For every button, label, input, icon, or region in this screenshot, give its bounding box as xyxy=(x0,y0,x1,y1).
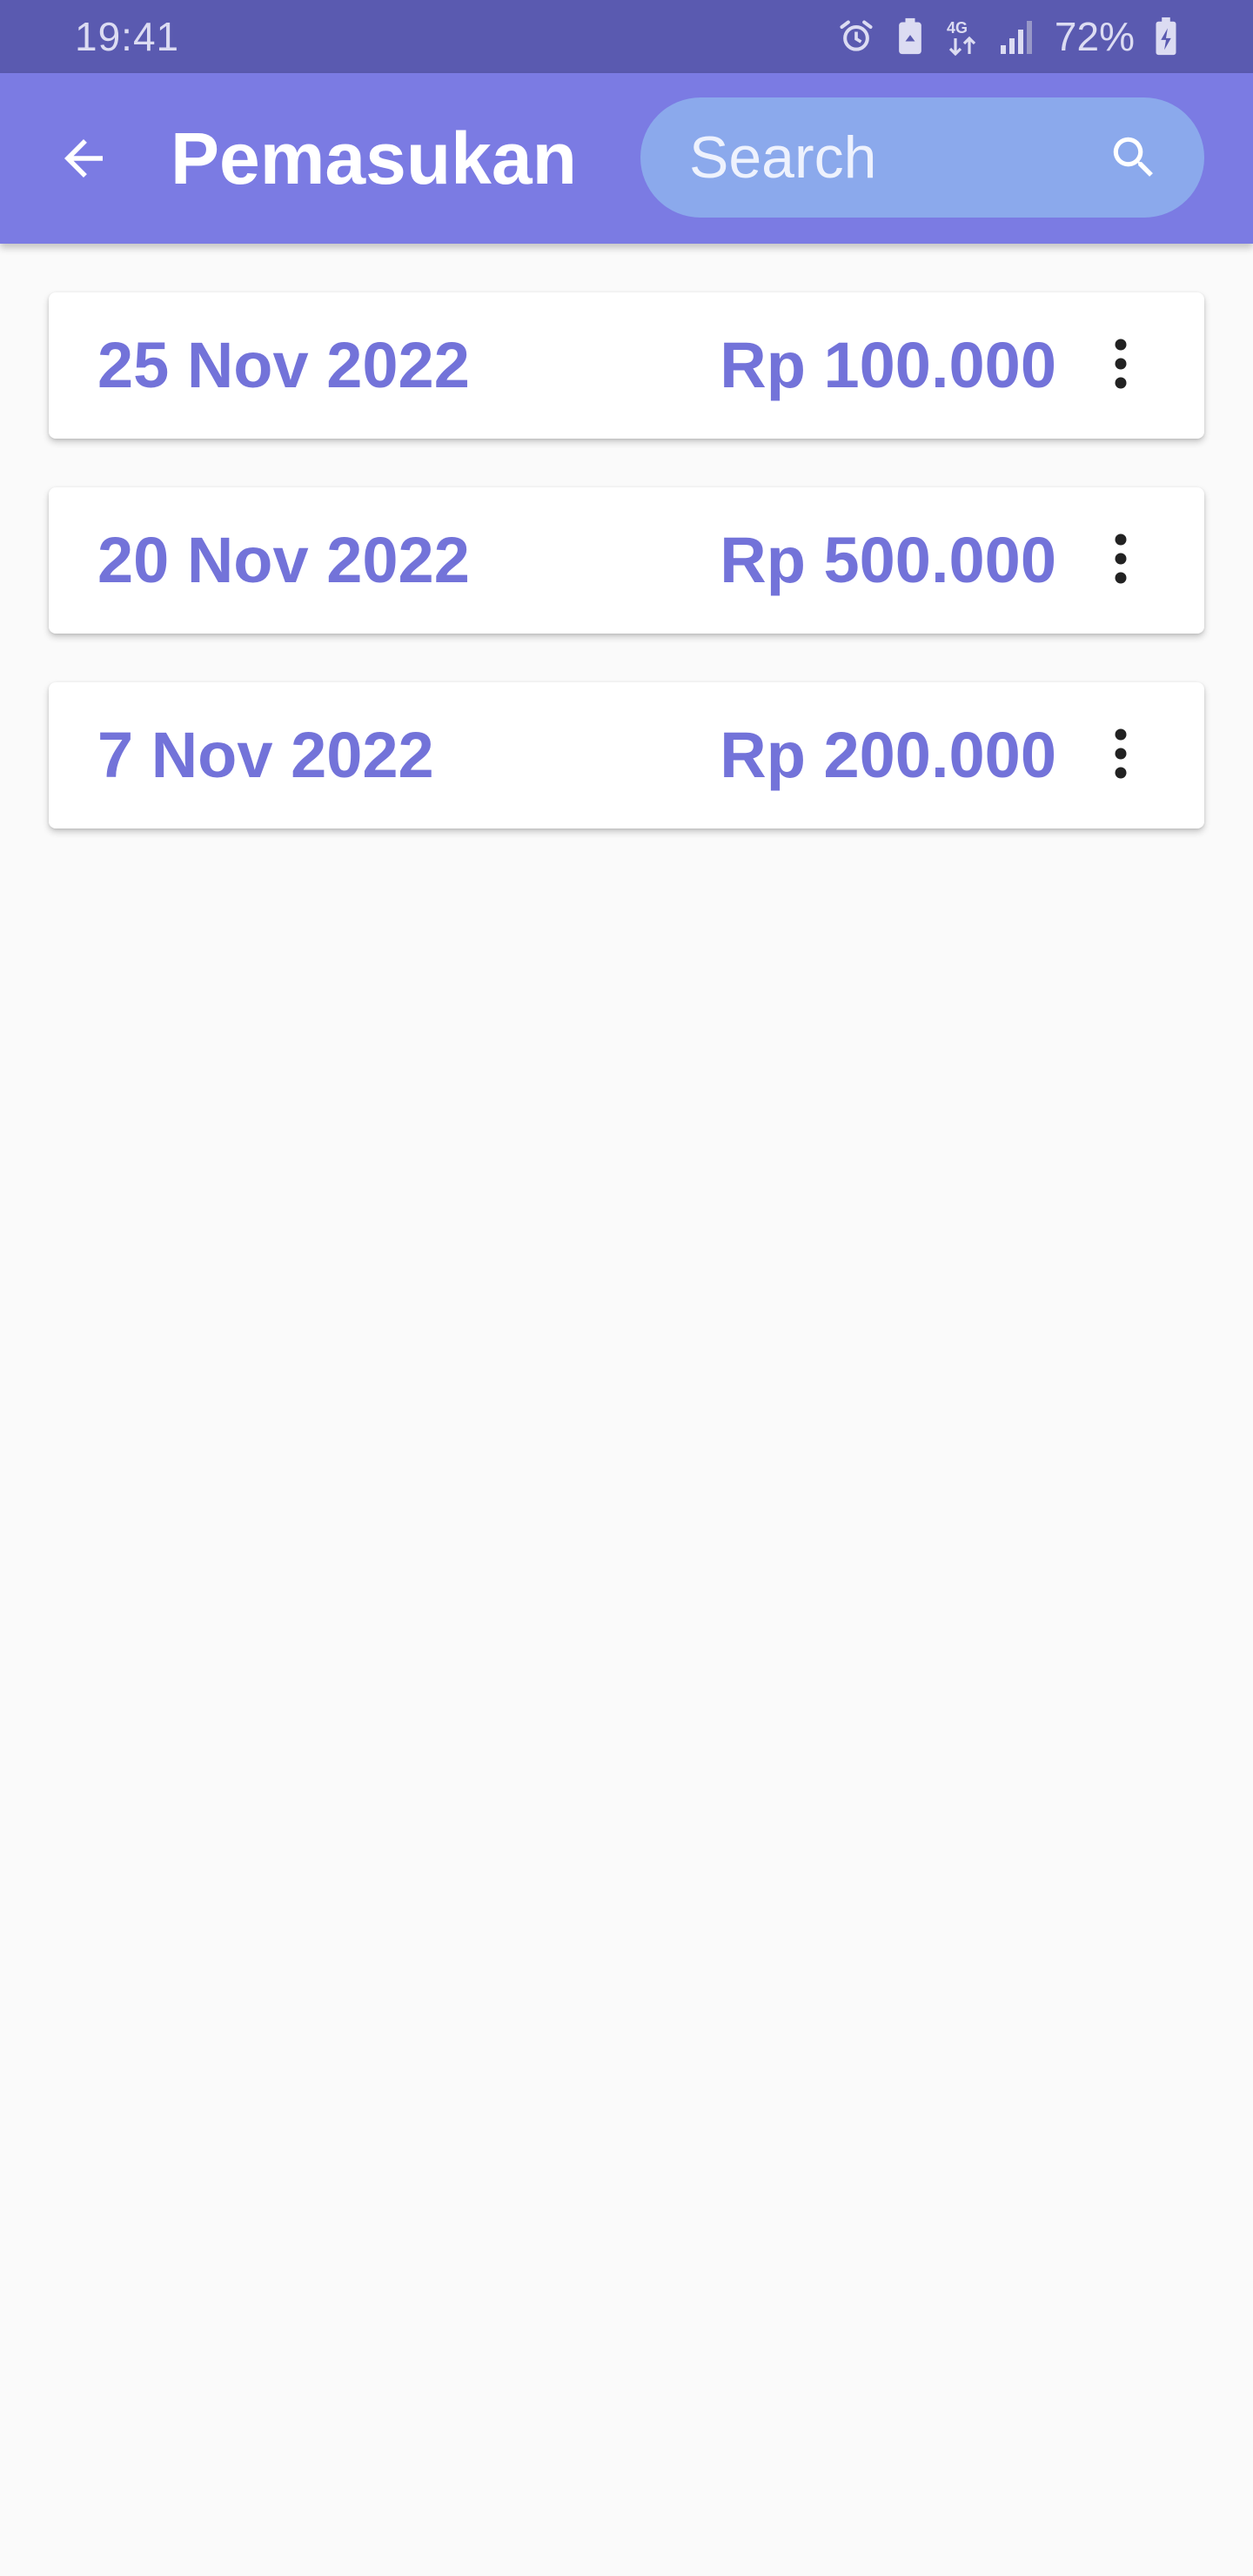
search-box[interactable] xyxy=(640,97,1204,218)
income-list-item[interactable]: 25 Nov 2022 Rp 100.000 xyxy=(49,292,1204,439)
signal-icon xyxy=(999,19,1035,54)
more-options-button[interactable] xyxy=(1086,331,1156,400)
income-date: 25 Nov 2022 xyxy=(97,329,470,401)
more-vert-icon xyxy=(1114,533,1128,589)
network-label: 4G xyxy=(947,19,968,37)
search-icon[interactable] xyxy=(1107,131,1161,184)
income-list-item[interactable]: 7 Nov 2022 Rp 200.000 xyxy=(49,682,1204,828)
page-title: Pemasukan xyxy=(171,117,577,199)
back-button[interactable] xyxy=(47,124,120,197)
income-amount: Rp 100.000 xyxy=(720,329,1056,401)
income-amount: Rp 200.000 xyxy=(720,719,1056,791)
income-amount: Rp 500.000 xyxy=(720,524,1056,596)
status-icons: 4G 72% xyxy=(837,12,1178,61)
more-options-button[interactable] xyxy=(1086,721,1156,790)
alarm-icon xyxy=(837,17,875,56)
more-options-button[interactable] xyxy=(1086,526,1156,595)
income-list: 25 Nov 2022 Rp 100.000 20 Nov 2022 Rp 50… xyxy=(49,292,1204,877)
battery-saver-icon xyxy=(895,17,926,56)
more-vert-icon xyxy=(1114,728,1128,784)
arrow-left-icon xyxy=(55,130,112,191)
network-4g-icon: 4G xyxy=(945,16,980,57)
income-date: 20 Nov 2022 xyxy=(97,524,470,596)
search-input[interactable] xyxy=(689,118,1055,197)
status-time: 19:41 xyxy=(75,14,180,59)
app-bar: Pemasukan xyxy=(0,73,1253,244)
battery-charging-icon xyxy=(1154,17,1178,57)
income-date: 7 Nov 2022 xyxy=(97,719,434,791)
battery-percentage: 72% xyxy=(1054,14,1135,59)
more-vert-icon xyxy=(1114,338,1128,394)
income-list-item[interactable]: 20 Nov 2022 Rp 500.000 xyxy=(49,487,1204,634)
status-bar: 19:41 4G 72% xyxy=(0,0,1253,73)
